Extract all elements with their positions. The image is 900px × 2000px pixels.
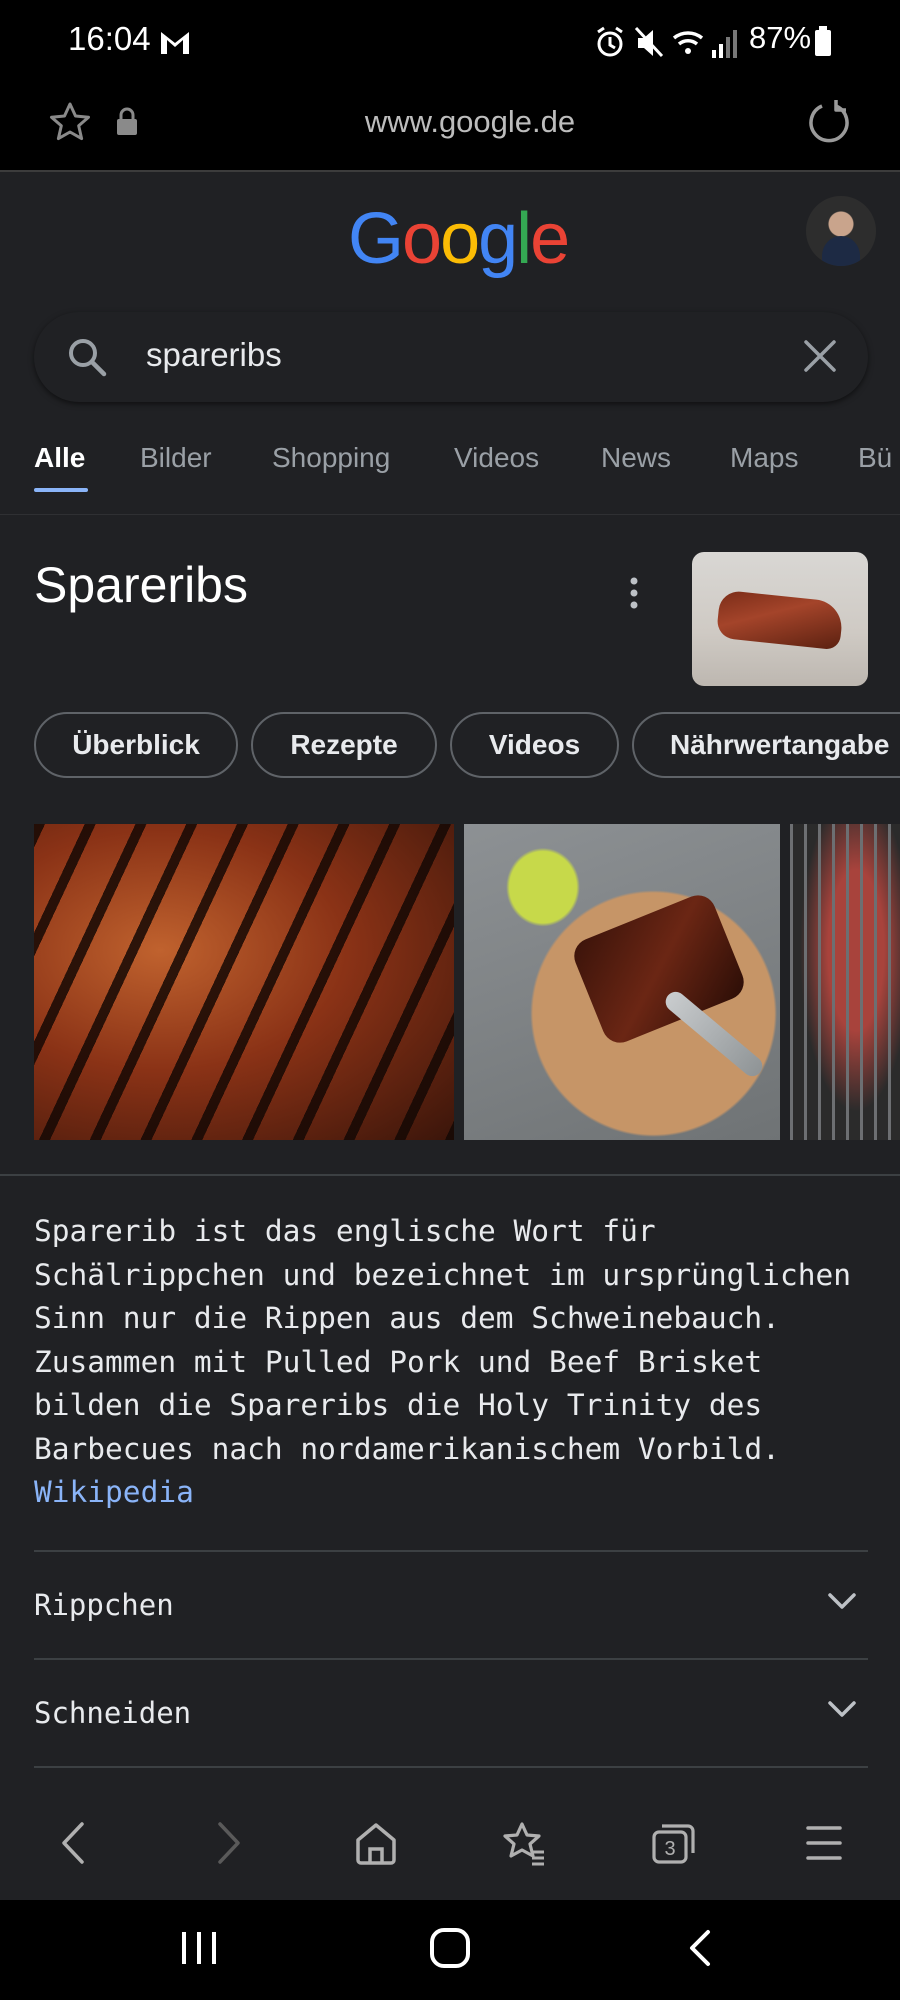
svg-text:3: 3 <box>664 1838 675 1860</box>
divider <box>0 1174 900 1176</box>
search-input[interactable]: spareribs <box>146 336 282 374</box>
alarm-icon <box>597 26 623 57</box>
chevron-down-icon <box>826 1590 858 1617</box>
wifi-icon <box>672 31 704 54</box>
chip-videos[interactable]: Videos <box>450 712 619 778</box>
tab-videos[interactable]: Videos <box>454 442 539 474</box>
tab-buecher[interactable]: Bü <box>858 442 892 474</box>
description: Sparerib ist das englische Wort für Schä… <box>34 1210 874 1515</box>
search-tabs: Alle Bilder Shopping Videos News Maps Bü <box>0 430 900 515</box>
tab-maps[interactable]: Maps <box>730 442 798 474</box>
accordion-label: Schneiden <box>34 1696 192 1730</box>
tab-shopping[interactable]: Shopping <box>272 442 390 474</box>
divider <box>34 1766 868 1768</box>
chip-ueberblick[interactable]: Überblick <box>34 712 238 778</box>
status-bar: 16:04 87% <box>0 0 900 84</box>
mute-icon <box>634 26 664 58</box>
search-box[interactable]: spareribs <box>34 312 868 402</box>
back-icon[interactable] <box>56 1820 92 1871</box>
tab-news[interactable]: News <box>601 442 671 474</box>
status-icons <box>592 26 742 65</box>
accordion-schneiden[interactable]: Schneiden <box>34 1658 868 1768</box>
logo-letter: l <box>516 199 532 279</box>
google-logo[interactable]: Google <box>348 198 570 280</box>
logo-letter: e <box>530 199 570 279</box>
logo-letter: o <box>440 199 480 279</box>
status-time: 16:04 <box>68 20 151 57</box>
home-button-icon[interactable] <box>428 1926 472 1975</box>
recent-apps-icon[interactable] <box>178 1926 220 1975</box>
browser-url-bar: www.google.de <box>0 84 900 172</box>
system-navigation-bar <box>0 1900 900 2000</box>
battery-icon <box>814 26 832 61</box>
menu-icon[interactable] <box>805 1820 843 1871</box>
home-icon[interactable] <box>354 1820 398 1871</box>
accordion-rippchen[interactable]: Rippchen <box>34 1550 868 1660</box>
forward-icon[interactable] <box>210 1820 246 1871</box>
spareribs-image[interactable] <box>464 824 780 1140</box>
chip-naehrwertangaben[interactable]: Nährwertangabe <box>632 712 900 778</box>
chevron-down-icon <box>826 1698 858 1725</box>
logo-letter: o <box>402 199 442 279</box>
url-text[interactable]: www.google.de <box>0 104 900 140</box>
browser-toolbar: 3 <box>0 1790 900 1900</box>
logo-letter: g <box>478 199 518 279</box>
signal-icon <box>712 30 737 58</box>
tab-alle[interactable]: Alle <box>34 442 85 474</box>
tab-bilder[interactable]: Bilder <box>140 442 212 474</box>
logo-letter: G <box>348 199 404 279</box>
reload-icon[interactable] <box>806 96 852 153</box>
spareribs-image[interactable] <box>34 824 454 1140</box>
spareribs-thumbnail[interactable] <box>692 552 868 686</box>
more-options-icon[interactable] <box>626 576 642 615</box>
wikipedia-link[interactable]: Wikipedia <box>34 1475 194 1509</box>
search-icon[interactable] <box>64 334 110 385</box>
accordion-label: Rippchen <box>34 1588 174 1622</box>
chip-rezepte[interactable]: Rezepte <box>251 712 437 778</box>
bookmarks-icon[interactable] <box>502 1820 548 1871</box>
gmail-icon <box>158 26 192 61</box>
spareribs-image[interactable] <box>790 824 900 1140</box>
avatar[interactable] <box>806 196 876 266</box>
close-icon[interactable] <box>798 334 842 383</box>
back-button-icon[interactable] <box>686 1926 716 1975</box>
tabs-icon[interactable]: 3 <box>650 1820 698 1871</box>
active-tab-indicator <box>34 488 88 492</box>
battery-level: 87% <box>749 20 812 55</box>
page-title: Spareribs <box>34 557 248 613</box>
description-text: Sparerib ist das englische Wort für Schä… <box>34 1214 851 1466</box>
